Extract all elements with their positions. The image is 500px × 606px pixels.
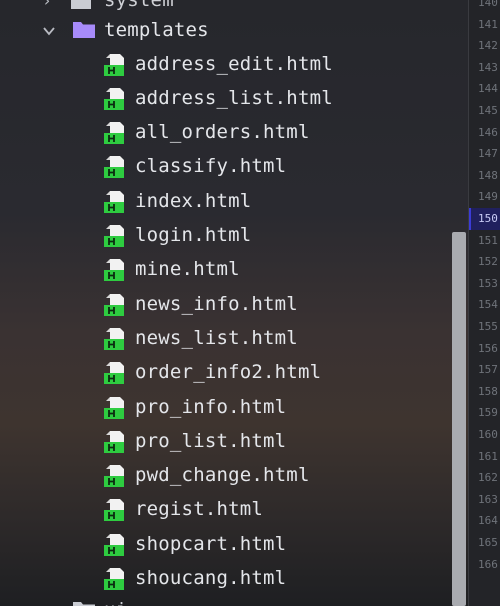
folder-icon bbox=[71, 0, 91, 9]
editor-line-gutter: 140 141 142 143 144 145 146 147 148 149 150 151 152 1… bbox=[468, 0, 500, 606]
html-file-icon bbox=[104, 87, 124, 110]
tree-row-templates[interactable]: templates bbox=[0, 13, 468, 47]
tree-row-file[interactable]: index.html bbox=[0, 185, 468, 219]
tree-row-file[interactable]: pro_list.html bbox=[0, 425, 468, 459]
line-number[interactable]: 149 bbox=[469, 186, 500, 208]
file-label: shoucang.html bbox=[135, 567, 287, 589]
line-number[interactable]: 152 bbox=[469, 251, 500, 273]
line-number[interactable]: 160 bbox=[469, 424, 500, 446]
file-label: regist.html bbox=[135, 498, 264, 521]
tree-row-file[interactable]: address_edit.html bbox=[0, 48, 468, 82]
file-label: news_list.html bbox=[135, 326, 298, 349]
line-number[interactable]: 158 bbox=[469, 381, 500, 403]
html-file-icon bbox=[104, 53, 124, 76]
line-number[interactable]: 157 bbox=[469, 359, 500, 381]
html-file-icon bbox=[104, 533, 124, 556]
line-number[interactable]: 165 bbox=[469, 532, 500, 554]
folder-label-templates: templates bbox=[104, 19, 209, 41]
line-number[interactable]: 145 bbox=[469, 100, 500, 122]
line-number[interactable]: 159 bbox=[469, 402, 500, 424]
project-tree: › system templates address_edit.htmladdr… bbox=[0, 0, 468, 606]
file-label: mine.html bbox=[135, 258, 240, 281]
tree-row-ui[interactable]: ui bbox=[0, 595, 468, 606]
tree-row-file[interactable]: regist.html bbox=[0, 493, 468, 527]
line-number[interactable]: 143 bbox=[469, 57, 500, 79]
html-file-icon bbox=[104, 122, 124, 145]
line-number[interactable]: 141 bbox=[469, 14, 500, 36]
line-number[interactable]: 140 bbox=[469, 0, 500, 14]
file-label: all_orders.html bbox=[135, 121, 310, 144]
file-label: index.html bbox=[135, 189, 252, 212]
line-number[interactable]: 161 bbox=[469, 446, 500, 468]
tree-row-file[interactable]: shoucang.html bbox=[0, 562, 468, 596]
line-number[interactable]: 153 bbox=[469, 273, 500, 295]
file-label: address_list.html bbox=[135, 86, 333, 109]
chevron-right-icon[interactable]: › bbox=[40, 0, 54, 9]
file-label: pro_info.html bbox=[135, 395, 287, 418]
tree-row-file[interactable]: all_orders.html bbox=[0, 116, 468, 150]
line-number[interactable]: 155 bbox=[469, 316, 500, 338]
line-number[interactable]: 162 bbox=[469, 467, 500, 489]
html-file-icon bbox=[104, 293, 124, 316]
line-number[interactable]: 147 bbox=[469, 143, 500, 165]
file-label: news_info.html bbox=[135, 292, 298, 315]
line-number[interactable]: 164 bbox=[469, 510, 500, 532]
line-number[interactable]: 144 bbox=[469, 78, 500, 100]
html-file-icon bbox=[104, 499, 124, 522]
html-file-icon bbox=[104, 190, 124, 213]
file-label: classify.html bbox=[135, 155, 287, 178]
tree-row-file[interactable]: address_list.html bbox=[0, 82, 468, 116]
file-label: pwd_change.html bbox=[135, 464, 310, 487]
tree-row-file[interactable]: pwd_change.html bbox=[0, 459, 468, 493]
html-file-icon bbox=[104, 430, 124, 453]
tree-row-file[interactable]: order_info2.html bbox=[0, 356, 468, 390]
line-number[interactable]: 142 bbox=[469, 35, 500, 57]
html-file-icon bbox=[104, 156, 124, 179]
tree-row-file[interactable]: news_info.html bbox=[0, 288, 468, 322]
file-label: login.html bbox=[135, 224, 252, 246]
folder-icon bbox=[73, 22, 95, 38]
line-number[interactable]: 154 bbox=[469, 294, 500, 316]
tree-row-file[interactable]: login.html bbox=[0, 219, 468, 253]
html-file-icon bbox=[104, 327, 124, 350]
file-label: shopcart.html bbox=[135, 532, 287, 555]
file-label: order_info2.html bbox=[135, 361, 322, 384]
html-file-icon bbox=[104, 396, 124, 419]
line-number[interactable]: 151 bbox=[469, 230, 500, 252]
folder-label: system bbox=[104, 0, 174, 11]
html-file-icon bbox=[104, 259, 124, 282]
tree-row-file[interactable]: shopcart.html bbox=[0, 528, 468, 562]
tree-row-file[interactable]: pro_info.html bbox=[0, 391, 468, 425]
html-file-icon bbox=[104, 465, 124, 488]
line-number[interactable]: 148 bbox=[469, 165, 500, 187]
line-number[interactable]: 156 bbox=[469, 338, 500, 360]
tree-row-file[interactable]: classify.html bbox=[0, 150, 468, 184]
chevron-down-icon[interactable] bbox=[42, 24, 56, 38]
tree-row-file[interactable]: news_list.html bbox=[0, 322, 468, 356]
tree-row-file[interactable]: mine.html bbox=[0, 253, 468, 287]
folder-icon bbox=[73, 602, 95, 606]
html-file-icon bbox=[104, 568, 124, 590]
html-file-icon bbox=[104, 225, 124, 247]
line-number[interactable]: 163 bbox=[469, 489, 500, 511]
line-number[interactable]: 146 bbox=[469, 122, 500, 144]
file-label: pro_list.html bbox=[135, 429, 287, 452]
line-number-active[interactable]: 150 bbox=[469, 208, 500, 230]
folder-label: ui bbox=[104, 599, 127, 606]
scrollbar-thumb[interactable] bbox=[452, 232, 466, 606]
file-label: address_edit.html bbox=[135, 52, 333, 75]
html-file-icon bbox=[104, 362, 124, 385]
line-number[interactable]: 166 bbox=[469, 554, 500, 576]
